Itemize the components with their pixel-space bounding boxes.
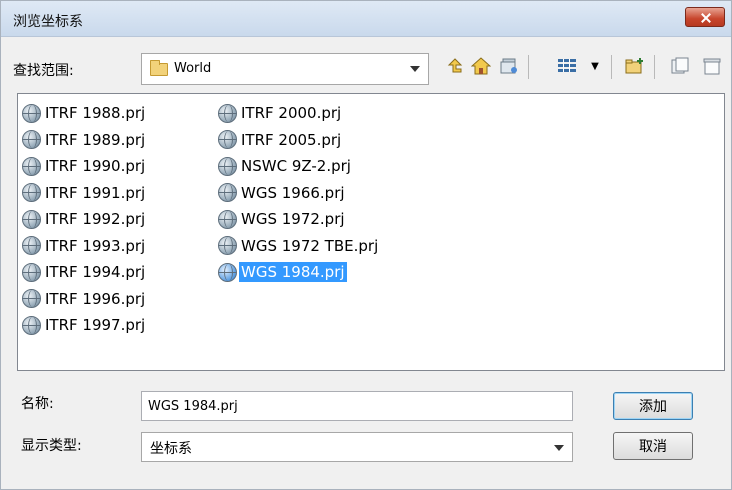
file-name: ITRF 1990.prj [45, 157, 146, 176]
file-name: ITRF 1993.prj [45, 236, 146, 255]
file-item[interactable]: ITRF 1988.prj [22, 100, 147, 127]
file-item[interactable]: ITRF 1991.prj [22, 180, 147, 207]
globe-icon [22, 130, 41, 150]
file-name: WGS 1972.prj [241, 210, 345, 229]
dialog-title: 浏览坐标系 [13, 14, 83, 30]
chevron-down-icon [410, 66, 420, 72]
file-name: WGS 1966.prj [241, 183, 345, 202]
file-item[interactable]: WGS 1984.prj [218, 259, 380, 286]
browse-coordinate-system-dialog: 浏览坐标系 查找范围: World ▼ ITRF 1988.prj ITRF 19… [0, 0, 732, 490]
file-column-2: ITRF 2000.prj ITRF 2005.prj NSWC 9Z-2.prj W… [218, 100, 380, 286]
file-item[interactable]: ITRF 1996.prj [22, 286, 147, 313]
type-dropdown[interactable]: 坐标系 [141, 432, 573, 462]
type-label: 显示类型: [21, 438, 82, 454]
globe-icon [22, 103, 41, 123]
folder-icon [150, 60, 168, 76]
add-button[interactable]: 添加 [613, 392, 693, 420]
file-item[interactable]: ITRF 1997.prj [22, 312, 147, 339]
globe-icon [22, 289, 41, 309]
delete-icon[interactable] [701, 55, 723, 77]
file-item[interactable]: ITRF 2005.prj [218, 127, 380, 154]
name-label: 名称: [21, 396, 54, 412]
file-name: ITRF 1997.prj [45, 316, 146, 335]
globe-icon [22, 236, 41, 256]
look-in-dropdown[interactable]: World [141, 53, 429, 85]
new-folder-icon[interactable] [624, 55, 646, 77]
globe-icon [22, 183, 41, 203]
file-name: NSWC 9Z-2.prj [241, 157, 351, 176]
type-value: 坐标系 [150, 441, 192, 457]
file-name: ITRF 1991.prj [45, 183, 146, 202]
file-name: WGS 1972 TBE.prj [241, 236, 379, 255]
home-icon[interactable] [470, 55, 492, 77]
connect-folder-icon[interactable] [498, 55, 520, 77]
file-name: ITRF 1994.prj [45, 263, 146, 282]
up-one-level-icon[interactable] [444, 55, 466, 77]
file-name: WGS 1984.prj [238, 261, 348, 284]
file-name: ITRF 2000.prj [241, 104, 342, 123]
file-item[interactable]: WGS 1966.prj [218, 180, 380, 207]
globe-icon [218, 262, 237, 282]
file-name: ITRF 1989.prj [45, 130, 146, 149]
globe-icon [22, 262, 41, 282]
globe-icon [218, 103, 237, 123]
toolbar-separator [611, 55, 612, 79]
file-item[interactable]: ITRF 1992.prj [22, 206, 147, 233]
file-item[interactable]: ITRF 1989.prj [22, 127, 147, 154]
close-button[interactable] [685, 7, 725, 27]
view-dropdown-chevron-icon[interactable]: ▼ [584, 55, 606, 77]
globe-icon [218, 130, 237, 150]
globe-icon [218, 236, 237, 256]
cancel-button[interactable]: 取消 [613, 432, 693, 460]
file-item[interactable]: ITRF 1993.prj [22, 233, 147, 260]
look-in-label: 查找范围: [13, 63, 74, 79]
globe-icon [218, 156, 237, 176]
chevron-down-icon [554, 445, 564, 451]
file-list[interactable]: ITRF 1988.prj ITRF 1989.prj ITRF 1990.prj I… [17, 93, 725, 371]
file-item[interactable]: ITRF 2000.prj [218, 100, 380, 127]
file-item[interactable]: NSWC 9Z-2.prj [218, 153, 380, 180]
look-in-value: World [174, 61, 212, 76]
globe-icon [22, 156, 41, 176]
view-menu-icon[interactable] [556, 55, 578, 77]
file-item[interactable]: WGS 1972 TBE.prj [218, 233, 380, 260]
toolbar-separator [528, 55, 529, 79]
file-item[interactable]: WGS 1972.prj [218, 206, 380, 233]
file-name: ITRF 2005.prj [241, 130, 342, 149]
globe-icon [218, 209, 237, 229]
toolbar-separator [654, 55, 655, 79]
title-bar[interactable]: 浏览坐标系 [1, 1, 731, 37]
name-field[interactable]: WGS 1984.prj [141, 391, 573, 421]
file-name: ITRF 1992.prj [45, 210, 146, 229]
file-name: ITRF 1988.prj [45, 104, 146, 123]
globe-icon [218, 183, 237, 203]
globe-icon [22, 315, 41, 335]
copy-icon[interactable] [669, 55, 691, 77]
file-item[interactable]: ITRF 1994.prj [22, 259, 147, 286]
globe-icon [22, 209, 41, 229]
file-column-1: ITRF 1988.prj ITRF 1989.prj ITRF 1990.prj I… [22, 100, 147, 339]
file-item[interactable]: ITRF 1990.prj [22, 153, 147, 180]
file-name: ITRF 1996.prj [45, 289, 146, 308]
